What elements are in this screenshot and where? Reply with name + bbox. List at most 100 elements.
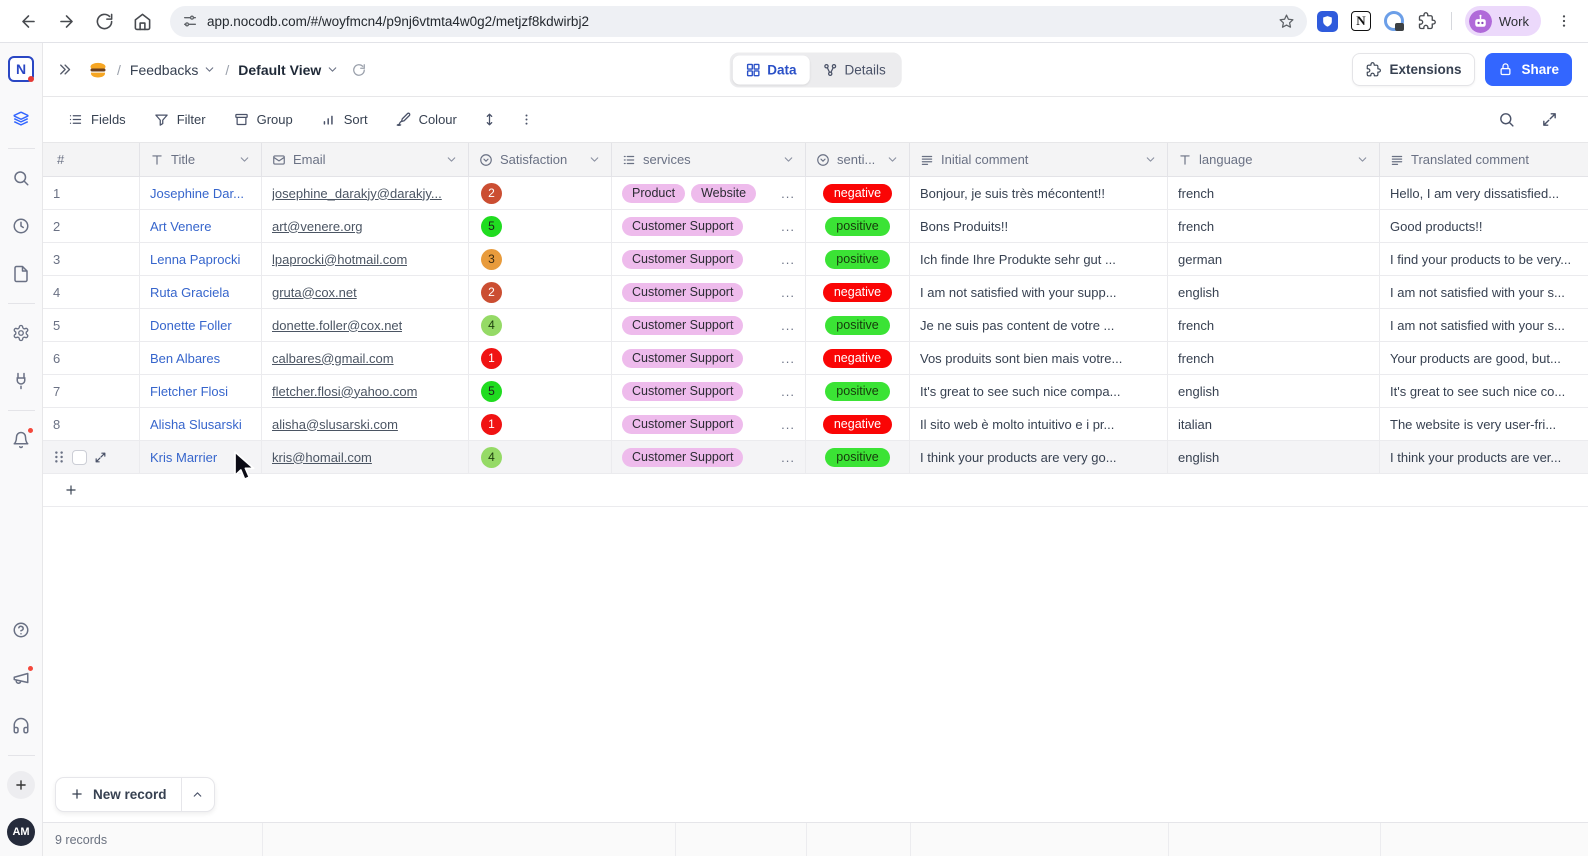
sidebar-integrations-plug-icon[interactable]	[6, 366, 36, 396]
title-cell[interactable]: Lenna Paprocki	[140, 243, 262, 275]
language-cell[interactable]: english	[1168, 276, 1380, 308]
column-header[interactable]: Title	[140, 143, 262, 176]
email-cell[interactable]: donette.foller@cox.net	[262, 309, 469, 341]
nocodb-logo[interactable]: N	[6, 54, 36, 84]
translated-comment-cell[interactable]: Good products!!	[1380, 210, 1588, 242]
services-cell[interactable]: ProductWebsite ...	[612, 177, 806, 209]
sidebar-notifications-bell-icon[interactable]	[6, 425, 36, 455]
title-cell[interactable]: Art Venere	[140, 210, 262, 242]
satisfaction-cell[interactable]: 1	[469, 408, 612, 440]
column-menu-chevron[interactable]	[238, 153, 251, 166]
column-menu-chevron[interactable]	[1144, 153, 1157, 166]
sidebar-support-headset-icon[interactable]	[6, 711, 36, 741]
record-title-link[interactable]: Art Venere	[150, 219, 211, 234]
initial-comment-cell[interactable]: Je ne suis pas content de votre ...	[910, 309, 1168, 341]
services-cell[interactable]: Customer Support ...	[612, 210, 806, 242]
sidebar-docs-icon[interactable]	[6, 259, 36, 289]
expand-view-icon[interactable]	[1541, 111, 1558, 128]
translated-comment-cell[interactable]: Hello, I am very dissatisfied...	[1380, 177, 1588, 209]
initial-comment-cell[interactable]: Il sito web è molto intuitivo e i pr...	[910, 408, 1168, 440]
language-cell[interactable]: english	[1168, 375, 1380, 407]
sentiment-cell[interactable]: negative	[806, 276, 910, 308]
column-header[interactable]: Translated comment	[1380, 143, 1588, 176]
email-link[interactable]: alisha@slusarski.com	[272, 417, 398, 432]
translated-comment-cell[interactable]: I think your products are ver...	[1380, 441, 1588, 473]
language-cell[interactable]: english	[1168, 441, 1380, 473]
browser-profile-chip[interactable]: Work	[1465, 6, 1541, 36]
translated-comment-cell[interactable]: It's great to see such nice co...	[1380, 375, 1588, 407]
services-cell[interactable]: Customer Support ...	[612, 309, 806, 341]
services-cell[interactable]: Customer Support ...	[612, 441, 806, 473]
language-cell[interactable]: french	[1168, 210, 1380, 242]
initial-comment-cell[interactable]: Ich finde Ihre Produkte sehr gut ...	[910, 243, 1168, 275]
column-menu-chevron[interactable]	[886, 153, 899, 166]
sidebar-create-new-button[interactable]	[6, 770, 36, 800]
title-cell[interactable]: Josephine Dar...	[140, 177, 262, 209]
row-height-button[interactable]	[474, 106, 505, 133]
bookmark-star-icon[interactable]	[1278, 13, 1295, 30]
table-row[interactable]: 9 Kris Marrier kris@homail.com 4 Custome…	[43, 441, 1588, 474]
bitwarden-extension-icon[interactable]	[1317, 10, 1339, 32]
title-cell[interactable]: Donette Foller	[140, 309, 262, 341]
language-cell[interactable]: french	[1168, 309, 1380, 341]
table-row[interactable]: 7 Fletcher Flosi fletcher.flosi@yahoo.co…	[43, 375, 1588, 408]
initial-comment-cell[interactable]: Vos produits sont bien mais votre...	[910, 342, 1168, 374]
sidebar-help-icon[interactable]	[6, 615, 36, 645]
colour-button[interactable]: Colour	[385, 106, 468, 133]
record-title-link[interactable]: Kris Marrier	[150, 450, 217, 465]
record-title-link[interactable]: Alisha Slusarski	[150, 417, 242, 432]
email-cell[interactable]: gruta@cox.net	[262, 276, 469, 308]
sidebar-expand-chevrons-icon[interactable]	[57, 62, 72, 77]
email-link[interactable]: lpaprocki@hotmail.com	[272, 252, 407, 267]
initial-comment-cell[interactable]: I am not satisfied with your supp...	[910, 276, 1168, 308]
services-cell[interactable]: Customer Support ...	[612, 408, 806, 440]
breadcrumb-table[interactable]: Feedbacks	[130, 62, 216, 78]
services-cell[interactable]: Customer Support ...	[612, 375, 806, 407]
language-cell[interactable]: french	[1168, 177, 1380, 209]
browser-home-icon[interactable]	[124, 4, 160, 38]
fields-button[interactable]: Fields	[57, 106, 137, 133]
email-cell[interactable]: alisha@slusarski.com	[262, 408, 469, 440]
initial-comment-cell[interactable]: I think your products are very go...	[910, 441, 1168, 473]
column-header[interactable]: senti...	[806, 143, 910, 176]
satisfaction-cell[interactable]: 1	[469, 342, 612, 374]
user-avatar[interactable]: AM	[7, 818, 35, 846]
satisfaction-cell[interactable]: 2	[469, 276, 612, 308]
sentiment-cell[interactable]: positive	[806, 210, 910, 242]
email-link[interactable]: art@venere.org	[272, 219, 363, 234]
add-record-row[interactable]	[43, 474, 1588, 507]
tab-data[interactable]: Data	[732, 55, 809, 84]
translated-comment-cell[interactable]: I find your products to be very...	[1380, 243, 1588, 275]
email-cell[interactable]: kris@homail.com	[262, 441, 469, 473]
record-title-link[interactable]: Fletcher Flosi	[150, 384, 228, 399]
email-link[interactable]: josephine_darakjy@darakjy...	[272, 186, 442, 201]
new-record-options-chevron[interactable]	[181, 778, 214, 811]
title-cell[interactable]: Alisha Slusarski	[140, 408, 262, 440]
column-header[interactable]: #	[43, 143, 140, 176]
satisfaction-cell[interactable]: 4	[469, 309, 612, 341]
sentiment-cell[interactable]: positive	[806, 243, 910, 275]
sidebar-whats-new-megaphone-icon[interactable]	[6, 663, 36, 693]
filter-button[interactable]: Filter	[143, 106, 217, 133]
table-row[interactable]: 3 Lenna Paprocki lpaprocki@hotmail.com 3…	[43, 243, 1588, 276]
group-button[interactable]: Group	[223, 106, 304, 133]
services-cell[interactable]: Customer Support ...	[612, 276, 806, 308]
browser-back-icon[interactable]	[10, 4, 46, 38]
extensions-puzzle-icon[interactable]	[1416, 10, 1438, 32]
language-cell[interactable]: french	[1168, 342, 1380, 374]
sentiment-cell[interactable]: negative	[806, 408, 910, 440]
sidebar-recent-icon[interactable]	[6, 211, 36, 241]
column-menu-chevron[interactable]	[782, 153, 795, 166]
email-cell[interactable]: josephine_darakjy@darakjy...	[262, 177, 469, 209]
translated-comment-cell[interactable]: The website is very user-fri...	[1380, 408, 1588, 440]
satisfaction-cell[interactable]: 5	[469, 375, 612, 407]
initial-comment-cell[interactable]: It's great to see such nice compa...	[910, 375, 1168, 407]
sidebar-search-icon[interactable]	[6, 163, 36, 193]
share-button[interactable]: Share	[1485, 53, 1572, 86]
initial-comment-cell[interactable]: Bonjour, je suis très mécontent!!	[910, 177, 1168, 209]
notion-extension-icon[interactable]: N	[1350, 10, 1372, 32]
sentiment-cell[interactable]: positive	[806, 309, 910, 341]
row-checkbox[interactable]	[72, 450, 87, 465]
column-header[interactable]: services	[612, 143, 806, 176]
language-cell[interactable]: italian	[1168, 408, 1380, 440]
